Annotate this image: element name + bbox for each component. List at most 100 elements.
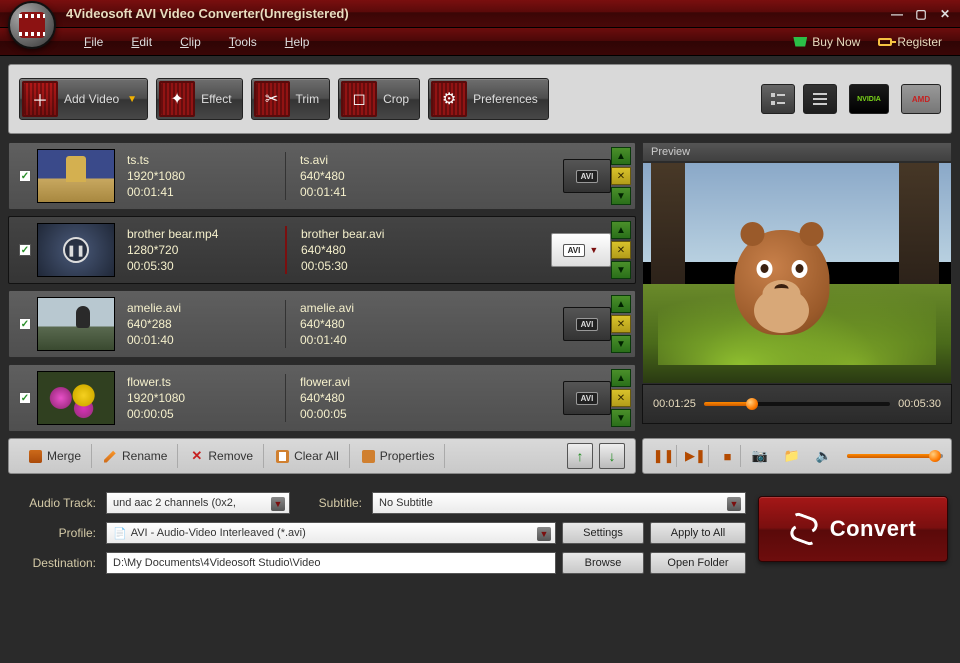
src-dur: 00:01:41 [127, 184, 285, 200]
volume-icon[interactable]: 🔈 [811, 445, 837, 467]
move-down-icon[interactable]: ▼ [611, 187, 631, 205]
buy-now-link[interactable]: Buy Now [793, 35, 860, 49]
list-item[interactable]: ✓ amelie.avi 640*288 00:01:40 amelie.avi… [8, 290, 636, 358]
move-down-icon[interactable]: ▼ [611, 409, 631, 427]
thumbnail[interactable] [37, 297, 115, 351]
app-logo [8, 1, 56, 49]
remove-button[interactable]: ✕Remove [180, 444, 264, 468]
close-button[interactable]: ✕ [936, 7, 954, 21]
subtitle-label: Subtitle: [296, 496, 366, 510]
source-meta: flower.ts 1920*1080 00:00:05 [115, 374, 285, 422]
seek-slider[interactable] [704, 402, 890, 406]
row-checkbox[interactable]: ✓ [19, 170, 31, 182]
list-item[interactable]: ✓ flower.ts 1920*1080 00:00:05 flower.av… [8, 364, 636, 432]
nvidia-label: NVIDIA [857, 96, 881, 103]
chevron-down-icon: ▼ [589, 245, 599, 255]
move-up-icon[interactable]: ▲ [611, 221, 631, 239]
src-name: ts.ts [127, 152, 285, 168]
step-button[interactable]: ▶❚ [683, 445, 709, 467]
menu-help[interactable]: Help [271, 31, 324, 53]
src-dur: 00:00:05 [127, 406, 285, 422]
remove-row-icon[interactable]: ✕ [611, 241, 631, 259]
format-button[interactable]: AVI [563, 307, 611, 341]
view-list-button[interactable] [803, 84, 837, 114]
move-up-icon[interactable]: ▲ [611, 295, 631, 313]
convert-label: Convert [830, 516, 917, 542]
apply-to-all-button[interactable]: Apply to All [650, 522, 746, 544]
preferences-button[interactable]: ⚙ Preferences [428, 78, 549, 120]
merge-button[interactable]: Merge [19, 444, 92, 468]
thumbnail[interactable] [37, 149, 115, 203]
out-res: 640*480 [300, 168, 435, 184]
buy-now-label: Buy Now [812, 35, 860, 49]
pause-icon: ❚❚ [63, 237, 89, 263]
row-checkbox[interactable]: ✓ [19, 318, 31, 330]
move-up-icon[interactable]: ▲ [611, 147, 631, 165]
crop-button[interactable]: ◻ Crop [338, 78, 420, 120]
clear-all-button[interactable]: Clear All [266, 444, 350, 468]
menu-clip[interactable]: Clip [166, 31, 215, 53]
move-up-icon[interactable]: ▲ [611, 369, 631, 387]
move-item-up-button[interactable]: ↑ [567, 443, 593, 469]
register-link[interactable]: Register [878, 35, 942, 49]
rename-button[interactable]: Rename [94, 444, 178, 468]
subtitle-value: No Subtitle [379, 497, 433, 509]
add-video-button[interactable]: ＋ Add Video ▼ [19, 78, 148, 120]
open-folder-button[interactable]: Open Folder [650, 552, 746, 574]
list-thumb-icon [770, 91, 786, 107]
profile-combo[interactable]: 📄AVI - Audio-Video Interleaved (*.avi)▼ [106, 522, 556, 544]
src-name: flower.ts [127, 374, 285, 390]
out-dur: 00:00:05 [300, 406, 435, 422]
move-down-icon[interactable]: ▼ [611, 261, 631, 279]
format-button[interactable]: AVI [563, 159, 611, 193]
destination-input[interactable]: D:\My Documents\4Videosoft Studio\Video [106, 552, 556, 574]
list-item[interactable]: ✓ ❚❚ brother bear.mp4 1280*720 00:05:30 … [8, 216, 636, 284]
src-res: 1920*1080 [127, 168, 285, 184]
menu-tools[interactable]: Tools [215, 31, 271, 53]
merge-label: Merge [47, 449, 81, 463]
chevron-down-icon: ▼ [271, 497, 285, 511]
move-down-icon[interactable]: ▼ [611, 335, 631, 353]
audio-track-combo[interactable]: und aac 2 channels (0x2,▼ [106, 492, 290, 514]
volume-knob[interactable] [929, 450, 941, 462]
format-button[interactable]: AVI [563, 381, 611, 415]
preview-screen[interactable] [642, 162, 952, 384]
stop-button[interactable]: ■ [715, 445, 741, 467]
list-item[interactable]: ✓ ts.ts 1920*1080 00:01:41 ts.avi 640*48… [8, 142, 636, 210]
effect-button[interactable]: ✦ Effect [156, 78, 242, 120]
open-snapshot-folder-button[interactable]: 📁 [779, 445, 805, 467]
src-res: 640*288 [127, 316, 285, 332]
settings-button[interactable]: Settings [562, 522, 644, 544]
menu-edit[interactable]: Edit [117, 31, 166, 53]
minimize-button[interactable]: — [888, 7, 906, 21]
row-checkbox[interactable]: ✓ [19, 244, 31, 256]
remove-row-icon[interactable]: ✕ [611, 389, 631, 407]
key-icon [878, 38, 892, 46]
menu-file[interactable]: File [70, 31, 117, 53]
snapshot-button[interactable]: 📷 [747, 445, 773, 467]
thumbnail[interactable] [37, 371, 115, 425]
remove-row-icon[interactable]: ✕ [611, 315, 631, 333]
browse-button[interactable]: Browse [562, 552, 644, 574]
trim-button[interactable]: ✂ Trim [251, 78, 331, 120]
view-thumbnails-button[interactable] [761, 84, 795, 114]
maximize-button[interactable]: ▢ [912, 7, 930, 21]
pause-button[interactable]: ❚❚ [651, 445, 677, 467]
toolbar: ＋ Add Video ▼ ✦ Effect ✂ Trim ◻ Crop ⚙ P… [8, 64, 952, 134]
volume-slider[interactable] [847, 454, 943, 458]
seek-knob[interactable] [746, 398, 758, 410]
src-dur: 00:01:40 [127, 332, 285, 348]
thumbnail[interactable]: ❚❚ [37, 223, 115, 277]
row-checkbox[interactable]: ✓ [19, 392, 31, 404]
chevron-down-icon: ▼ [127, 94, 137, 105]
time-current: 00:01:25 [653, 398, 696, 410]
subtitle-combo[interactable]: No Subtitle▼ [372, 492, 746, 514]
profile-label: Profile: [12, 526, 100, 540]
properties-button[interactable]: Properties [352, 444, 446, 468]
format-button[interactable]: AVI▼ [551, 233, 611, 267]
preview-panel: Preview 00:01:25 00:05:30 [642, 142, 952, 432]
settings-grid: Audio Track: und aac 2 channels (0x2,▼ S… [12, 492, 746, 574]
move-item-down-button[interactable]: ↓ [599, 443, 625, 469]
remove-row-icon[interactable]: ✕ [611, 167, 631, 185]
convert-button[interactable]: Convert [758, 496, 948, 562]
